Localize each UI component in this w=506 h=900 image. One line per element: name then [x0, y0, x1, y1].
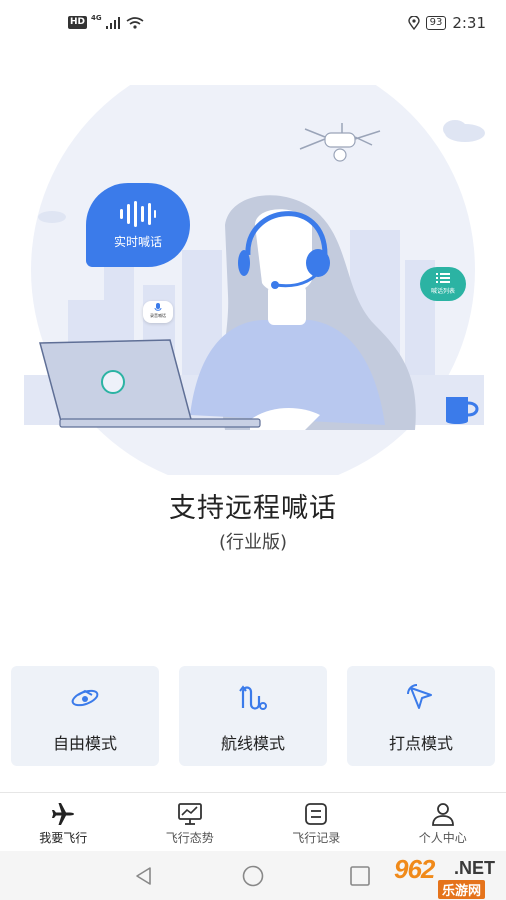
free-mode-button[interactable]: 自由模式: [11, 666, 159, 766]
realtime-talk-bubble: 实时喊话: [86, 183, 190, 267]
signal-icon: [105, 16, 120, 29]
hd-badge: HD: [68, 16, 88, 29]
bottom-nav: 我要飞行 飞行态势 飞行记录 个人中心: [0, 792, 506, 850]
monitor-icon: [177, 803, 202, 825]
record-icon: [305, 803, 328, 825]
waypoint-mode-icon: [407, 684, 432, 709]
route-mode-label: 航线模式: [220, 734, 285, 753]
nav-flight-records[interactable]: 飞行记录: [253, 793, 380, 850]
free-mode-icon: [71, 689, 99, 707]
microphone-icon: [154, 303, 162, 311]
nav-profile[interactable]: 个人中心: [380, 793, 506, 850]
battery-indicator: 93: [425, 16, 447, 30]
waypoint-mode-button[interactable]: 打点模式: [347, 666, 495, 766]
location-icon: [407, 16, 420, 30]
nav-profile-label: 个人中心: [418, 831, 467, 845]
status-left: HD 4G: [68, 13, 144, 29]
route-mode-button[interactable]: 航线模式: [179, 666, 327, 766]
voice-wave-icon: [120, 201, 156, 227]
person-icon: [431, 803, 454, 826]
nav-flight-records-label: 飞行记录: [292, 831, 341, 845]
talk-list-bubble: 喊话列表: [420, 267, 466, 301]
site-watermark: 962 .NET 乐游网: [370, 854, 502, 899]
record-talk-bubble: 录音喊话: [143, 301, 173, 323]
nav-flight-status-label: 飞行态势: [165, 831, 214, 845]
list-icon: [436, 273, 450, 283]
airplane-icon: [52, 803, 75, 825]
recents-icon[interactable]: [349, 865, 371, 887]
wifi-icon: [126, 16, 144, 29]
watermark-number: 962: [394, 854, 435, 884]
nav-fly[interactable]: 我要飞行: [0, 793, 127, 850]
page-title: 支持远程喊话: [169, 493, 337, 524]
record-talk-label: 录音喊话: [150, 313, 166, 318]
page-subtitle: (行业版): [218, 532, 288, 553]
status-right: 93 2:31: [407, 14, 486, 32]
route-mode-icon: [239, 685, 267, 710]
nav-flight-status[interactable]: 飞行态势: [127, 793, 254, 850]
back-icon[interactable]: [133, 865, 155, 887]
free-mode-label: 自由模式: [52, 734, 117, 753]
realtime-talk-label: 实时喊话: [113, 235, 162, 249]
talk-list-label: 喊话列表: [430, 288, 455, 295]
clock: 2:31: [452, 14, 486, 32]
hero-illustration: 实时喊话 喊话列表 录音喊话: [0, 85, 506, 475]
waypoint-mode-label: 打点模式: [388, 734, 453, 753]
network-type: 4G: [91, 13, 102, 22]
watermark-net: .NET: [454, 858, 496, 878]
home-icon[interactable]: [241, 865, 265, 887]
status-bar: HD 4G 93 2:31: [0, 0, 506, 48]
watermark-site: 乐游网: [438, 880, 486, 899]
mode-selector: 自由模式 航线模式 打点模式: [11, 666, 495, 766]
nav-fly-label: 我要飞行: [39, 831, 88, 845]
